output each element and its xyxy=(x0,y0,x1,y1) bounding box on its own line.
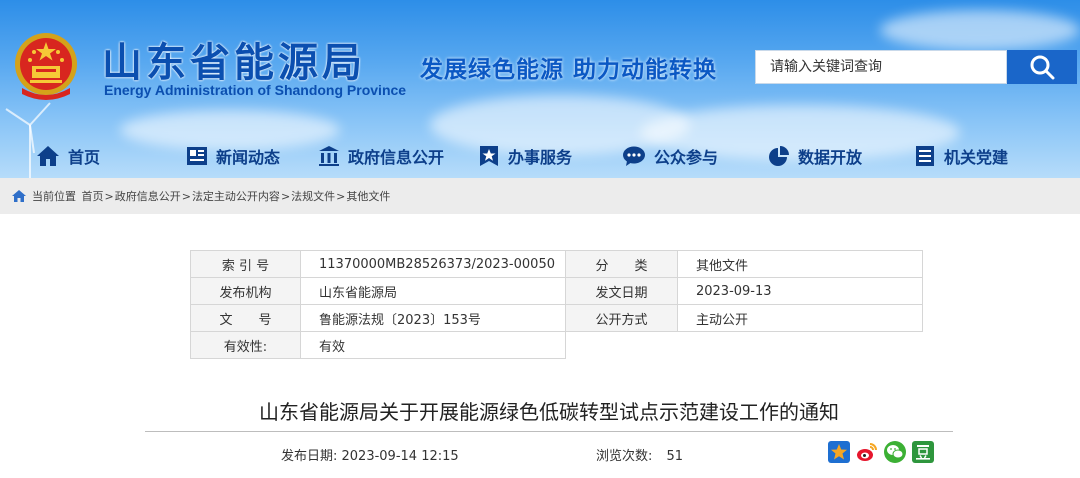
nav-item-gov-info[interactable]: 政府信息公开 xyxy=(318,136,444,176)
government-building-icon xyxy=(319,146,339,166)
nav-item-label: 数据开放 xyxy=(798,148,863,167)
meta-value: 有效 xyxy=(300,331,566,359)
meta-value: 其他文件 xyxy=(676,250,923,278)
meta-value: 山东省能源局 xyxy=(300,277,566,305)
share-weibo-button[interactable] xyxy=(856,441,878,463)
star-badge-icon xyxy=(480,146,498,166)
breadcrumb-separator: > xyxy=(336,189,346,203)
pie-chart-icon xyxy=(769,146,789,166)
cloud-decoration xyxy=(880,10,1080,50)
breadcrumb-prefix: 当前位置 xyxy=(32,190,76,203)
chat-bubble-icon xyxy=(623,146,645,166)
table-row: 文 号 鲁能源法规〔2023〕153号 公开方式 主动公开 xyxy=(190,304,923,332)
site-subtitle: Energy Administration of Shandong Provin… xyxy=(104,82,407,98)
view-count-value: 51 xyxy=(666,449,684,464)
breadcrumb: 当前位置 首页 > 政府信息公开 > 法定主动公开内容 > 法规文件 > 其他文… xyxy=(0,178,1080,214)
site-title: 山东省能源局 xyxy=(102,40,366,86)
document-list-icon xyxy=(916,146,934,166)
search-icon xyxy=(1030,55,1055,80)
national-emblem-icon xyxy=(15,33,77,100)
document-meta-table: 索 引 号 11370000MB28526373/2023-00050 分 类 … xyxy=(190,250,923,359)
breadcrumb-item-regulations[interactable]: 法规文件 xyxy=(291,188,335,204)
publish-date: 发布日期: 2023-09-14 12:15 xyxy=(281,449,459,464)
nav-item-label: 首页 xyxy=(68,148,101,167)
share-wechat-button[interactable] xyxy=(884,441,906,463)
nav-item-services[interactable]: 办事服务 xyxy=(478,136,572,176)
share-douban-button[interactable] xyxy=(912,441,934,463)
share-bar xyxy=(828,441,934,463)
title-divider xyxy=(145,431,953,432)
nav-item-label: 机关党建 xyxy=(944,148,1009,167)
nav-item-label: 公众参与 xyxy=(654,148,719,167)
meta-label: 索 引 号 xyxy=(190,250,301,278)
search-button[interactable] xyxy=(1007,50,1077,84)
search-input[interactable] xyxy=(755,50,1007,84)
meta-label: 公开方式 xyxy=(564,304,678,332)
news-icon xyxy=(187,147,207,165)
main-nav: 首页 新闻动态 政府信息公开 办事服务 公众参与 数据开放 机关党建 xyxy=(0,136,1080,176)
nav-item-label: 办事服务 xyxy=(508,148,573,167)
table-row: 发布机构 山东省能源局 发文日期 2023-09-13 xyxy=(190,277,923,305)
breadcrumb-item-home[interactable]: 首页 xyxy=(82,188,104,204)
site-slogan: 发展绿色能源 助力动能转换 xyxy=(420,57,718,83)
share-qzone-button[interactable] xyxy=(828,441,850,463)
breadcrumb-separator: > xyxy=(280,189,291,203)
nav-item-label: 新闻动态 xyxy=(216,148,281,167)
meta-value: 主动公开 xyxy=(676,304,923,332)
douban-icon xyxy=(916,445,930,460)
view-count: 浏览次数: 51 xyxy=(596,445,683,464)
meta-label: 分 类 xyxy=(564,250,678,278)
breadcrumb-separator: > xyxy=(104,189,114,203)
meta-value: 2023-09-13 xyxy=(676,277,923,305)
breadcrumb-item-gov-info[interactable]: 政府信息公开 xyxy=(115,188,181,204)
article-title: 山东省能源局关于开展能源绿色低碳转型试点示范建设工作的通知 xyxy=(259,400,839,424)
view-count-label: 浏览次数: xyxy=(596,449,653,464)
location-home-icon xyxy=(12,190,26,202)
breadcrumb-separator xyxy=(77,190,81,203)
meta-label: 发布机构 xyxy=(190,277,301,305)
meta-label: 有效性: xyxy=(190,331,301,359)
qzone-star-icon xyxy=(831,444,847,460)
meta-label: 文 号 xyxy=(190,304,301,332)
home-icon xyxy=(37,146,59,166)
breadcrumb-item-statutory[interactable]: 法定主动公开内容 xyxy=(192,188,280,204)
nav-item-party[interactable]: 机关党建 xyxy=(914,136,1008,176)
table-empty-cell xyxy=(565,332,922,359)
table-row: 有效性: 有效 xyxy=(190,331,923,359)
table-row: 索 引 号 11370000MB28526373/2023-00050 分 类 … xyxy=(190,250,923,278)
nav-item-public[interactable]: 公众参与 xyxy=(622,136,718,176)
weibo-icon xyxy=(857,443,877,461)
breadcrumb-separator: > xyxy=(181,189,191,203)
nav-item-data[interactable]: 数据开放 xyxy=(768,136,862,176)
wechat-icon xyxy=(887,445,904,459)
meta-value: 鲁能源法规〔2023〕153号 xyxy=(300,304,566,332)
breadcrumb-item-other[interactable]: 其他文件 xyxy=(346,188,390,204)
nav-item-home[interactable]: 首页 xyxy=(36,136,100,176)
nav-item-news[interactable]: 新闻动态 xyxy=(186,136,280,176)
site-header: 山东省能源局 Energy Administration of Shandong… xyxy=(0,0,1080,178)
nav-item-label: 政府信息公开 xyxy=(348,148,445,167)
meta-label: 发文日期 xyxy=(564,277,678,305)
meta-value: 11370000MB28526373/2023-00050 xyxy=(300,250,566,278)
